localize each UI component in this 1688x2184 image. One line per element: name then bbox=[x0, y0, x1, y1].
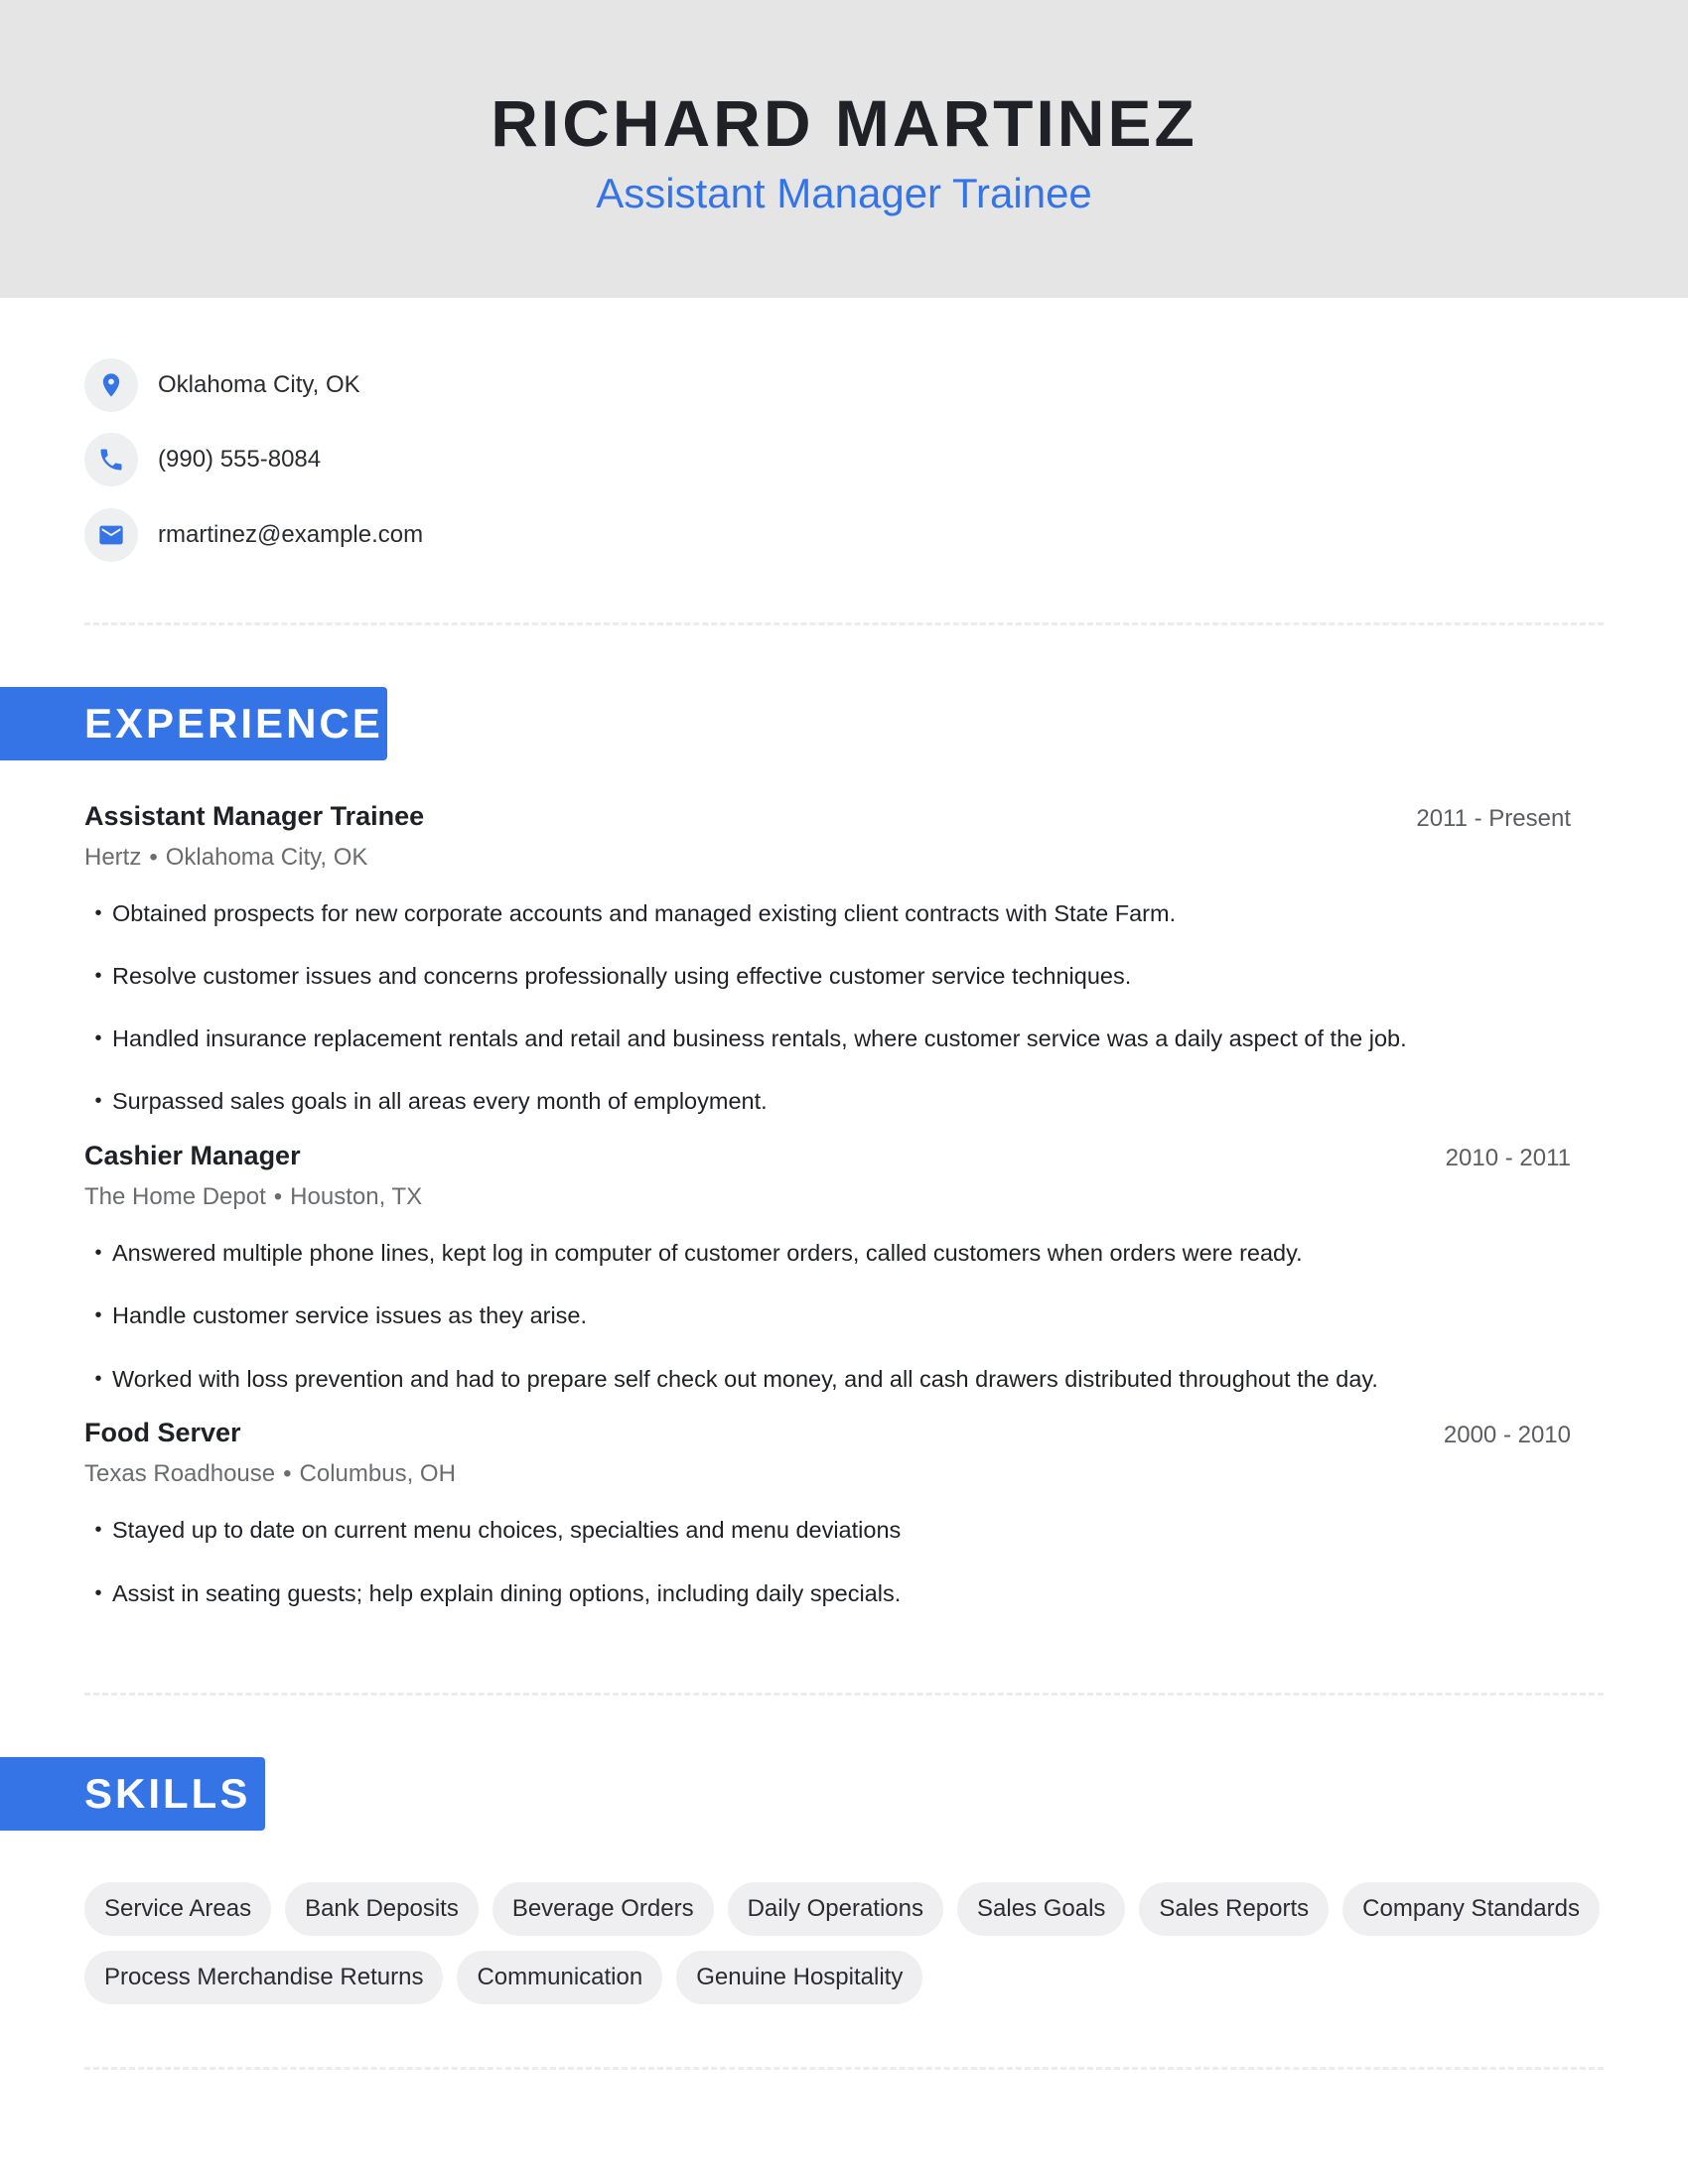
job-dates: 2010 - 2011 bbox=[1445, 1145, 1571, 1171]
phone-icon bbox=[84, 433, 138, 486]
job-dates: 2011 - Present bbox=[1416, 805, 1571, 832]
resume-header: RICHARD MARTINEZ Assistant Manager Train… bbox=[0, 0, 1688, 298]
list-item: • Surpassed sales goals in all areas ever… bbox=[94, 1088, 768, 1114]
job-company-location: Hertz • Oklahoma City, OK bbox=[84, 842, 367, 874]
list-item: • Obtained prospects for new corporate ac… bbox=[94, 900, 1177, 926]
separator-dot: • bbox=[283, 1460, 292, 1487]
location-pin-icon bbox=[84, 358, 138, 412]
experience-heading: EXPERIENCE bbox=[0, 687, 387, 760]
contact-email-text[interactable]: rmartinez@example.com bbox=[158, 521, 423, 549]
skill-chip: Sales Goals bbox=[957, 1882, 1126, 1936]
skill-chip: Communication bbox=[457, 1951, 663, 2004]
job-title: Assistant Manager Trainee bbox=[84, 801, 425, 831]
job-location: Oklahoma City, OK bbox=[165, 844, 368, 871]
list-item: • Resolve customer issues and concerns pr… bbox=[94, 963, 1132, 989]
email-icon bbox=[84, 508, 138, 562]
job-title: Cashier Manager bbox=[84, 1141, 301, 1170]
list-item: • Assist in seating guests; help explain … bbox=[94, 1580, 902, 1606]
job-company-location: Texas Roadhouse • Columbus, OH bbox=[84, 1458, 456, 1490]
separator-dot: • bbox=[149, 844, 158, 871]
separator-dot: • bbox=[273, 1183, 283, 1210]
skills-heading-text: SKILLS bbox=[84, 1770, 251, 1817]
list-item: • Stayed up to date on current menu choic… bbox=[94, 1517, 902, 1543]
contact-phone-text: (990) 555-8084 bbox=[158, 446, 322, 473]
job-title: Food Server bbox=[84, 1418, 241, 1447]
skill-chip: Process Merchandise Returns bbox=[84, 1951, 444, 2004]
skill-chip: Bank Deposits bbox=[285, 1882, 479, 1936]
list-item: • Handled insurance replacement rentals a… bbox=[94, 1025, 1407, 1051]
skills-heading: SKILLS bbox=[0, 1757, 265, 1831]
section-divider bbox=[84, 2067, 1604, 2070]
contact-email: rmartinez@example.com bbox=[84, 508, 423, 562]
list-item: • Handle customer service issues as they … bbox=[94, 1302, 588, 1328]
skill-chip: Sales Reports bbox=[1139, 1882, 1330, 1936]
contact-phone: (990) 555-8084 bbox=[84, 433, 321, 486]
section-divider bbox=[84, 1693, 1604, 1696]
candidate-name: RICHARD MARTINEZ bbox=[491, 86, 1197, 160]
job-company: Texas Roadhouse bbox=[84, 1460, 276, 1487]
skill-chip: Genuine Hospitality bbox=[676, 1951, 923, 2004]
job-company: Hertz bbox=[84, 844, 142, 871]
skill-chip: Daily Operations bbox=[727, 1882, 944, 1936]
skill-chip: Beverage Orders bbox=[492, 1882, 714, 1936]
skill-chip: Company Standards bbox=[1342, 1882, 1600, 1936]
job-location: Houston, TX bbox=[290, 1183, 423, 1210]
contact-location-text: Oklahoma City, OK bbox=[158, 371, 360, 398]
candidate-title: Assistant Manager Trainee bbox=[596, 170, 1092, 216]
job-company-location: The Home Depot • Houston, TX bbox=[84, 1181, 422, 1213]
skills-list: Service Areas Bank Deposits Beverage Ord… bbox=[84, 1882, 1614, 2004]
experience-heading-text: EXPERIENCE bbox=[84, 700, 383, 747]
job-company: The Home Depot bbox=[84, 1183, 266, 1210]
list-item: • Worked with loss prevention and had to … bbox=[94, 1366, 1378, 1392]
job-location: Columbus, OH bbox=[299, 1460, 456, 1487]
list-item: • Answered multiple phone lines, kept log… bbox=[94, 1240, 1303, 1266]
skill-chip: Service Areas bbox=[84, 1882, 272, 1936]
section-divider bbox=[84, 622, 1604, 625]
contact-location: Oklahoma City, OK bbox=[84, 358, 360, 412]
job-dates: 2000 - 2010 bbox=[1443, 1422, 1571, 1448]
